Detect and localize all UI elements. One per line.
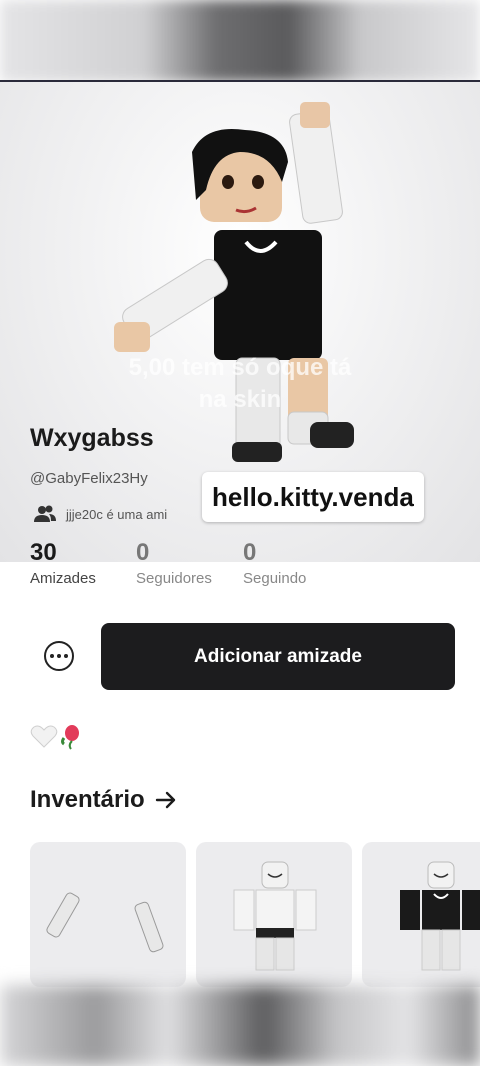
stat-followers[interactable]: 0 Seguidores — [136, 538, 212, 587]
stat-friends-label: Amizades — [30, 570, 96, 587]
display-name: Wxygabss — [30, 424, 154, 452]
status-emojis — [30, 724, 82, 750]
white-heart-icon — [30, 725, 58, 748]
outfit-2-thumbnail — [400, 861, 480, 971]
caption-line-2: na skin — [198, 386, 282, 413]
outfit-1-thumbnail — [233, 861, 317, 971]
stat-following-count: 0 — [243, 539, 257, 566]
balloon-icon — [61, 725, 79, 750]
inventory-item-arm-warmers[interactable] — [30, 842, 186, 987]
caption-line-1: 5,00 tem só oque tá — [128, 354, 352, 381]
stat-friends-count: 30 — [30, 539, 57, 566]
add-friend-button[interactable]: Adicionar amizade — [101, 623, 455, 690]
video-caption: 5,00 tem só oque tá na skin — [0, 352, 480, 416]
arrow-right-icon — [155, 791, 175, 809]
arm-warmers-thumbnail — [46, 892, 164, 953]
more-options-icon — [50, 654, 54, 658]
blurred-top-background — [0, 0, 480, 82]
stat-following[interactable]: 0 Seguindo — [243, 538, 306, 587]
username: @GabyFelix23Hy — [30, 470, 148, 487]
inventory-item-outfit-1[interactable] — [196, 842, 352, 987]
stat-following-label: Seguindo — [243, 570, 307, 587]
mutual-friend-text: jjje20c é uma ami — [66, 506, 168, 522]
stat-followers-count: 0 — [136, 539, 150, 566]
inventory-title: Inventário — [30, 786, 145, 813]
blurred-bottom-background — [0, 985, 480, 1066]
sticker-overlay: hello.kitty.venda — [202, 472, 424, 522]
friends-icon — [34, 505, 56, 522]
more-options-button[interactable] — [44, 641, 74, 671]
stat-followers-label: Seguidores — [136, 570, 212, 587]
inventory-header[interactable]: Inventário — [30, 786, 177, 814]
inventory-item-outfit-2[interactable] — [362, 842, 480, 987]
stat-friends[interactable]: 30 Amizades — [30, 538, 96, 587]
mutual-friend-row[interactable]: jjje20c é uma ami — [34, 502, 167, 526]
